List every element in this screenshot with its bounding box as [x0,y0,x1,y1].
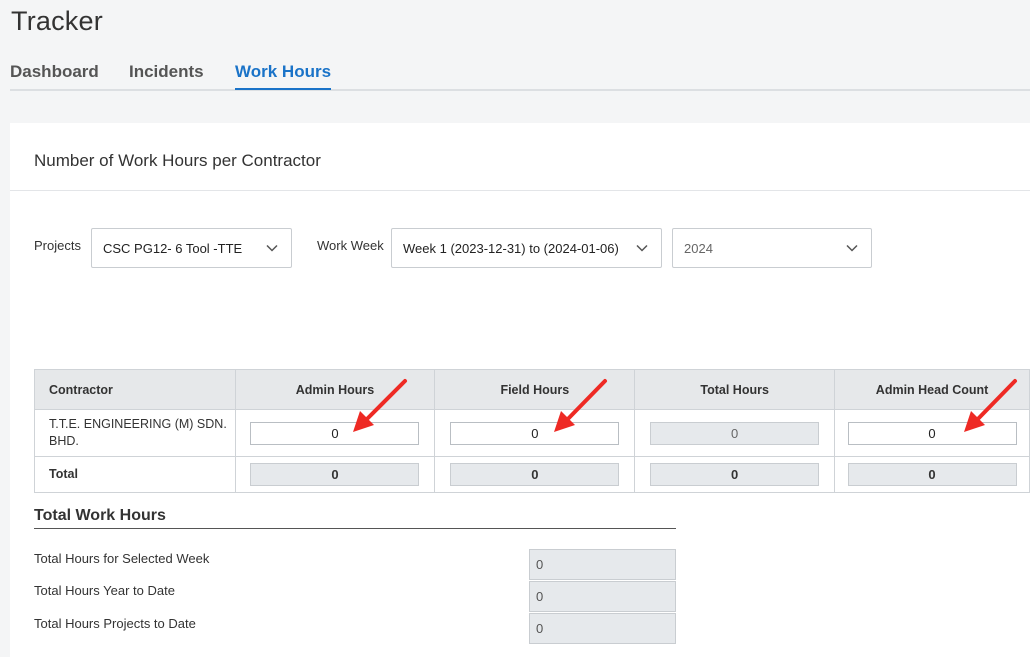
red-arrow-icon [964,379,1017,432]
annotation-arrows [353,379,1017,432]
red-arrow-icon [353,379,407,432]
red-arrow-icon [554,379,607,432]
